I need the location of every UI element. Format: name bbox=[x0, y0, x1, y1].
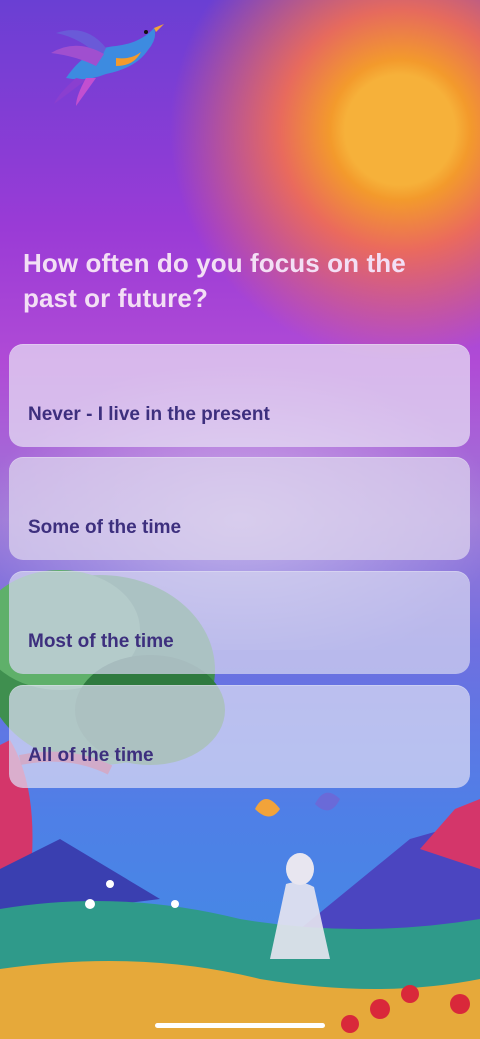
answer-option-label: Some of the time bbox=[28, 517, 182, 538]
bird-illustration bbox=[51, 24, 164, 106]
answer-option-label: All of the time bbox=[28, 745, 154, 766]
question-heading: How often do you focus on the past or fu… bbox=[23, 248, 406, 313]
answer-option-label: Never - I live in the present bbox=[28, 404, 270, 425]
meadow-landscape bbox=[0, 792, 480, 1039]
answer-option-never[interactable]: Never - I live in the present bbox=[9, 344, 470, 447]
home-indicator[interactable] bbox=[155, 1023, 325, 1028]
answer-option-label: Most of the time bbox=[28, 631, 174, 652]
answer-option-most[interactable]: Most of the time bbox=[9, 571, 470, 674]
answer-option-some[interactable]: Some of the time bbox=[9, 457, 470, 560]
answer-option-all[interactable]: All of the time bbox=[9, 685, 470, 788]
